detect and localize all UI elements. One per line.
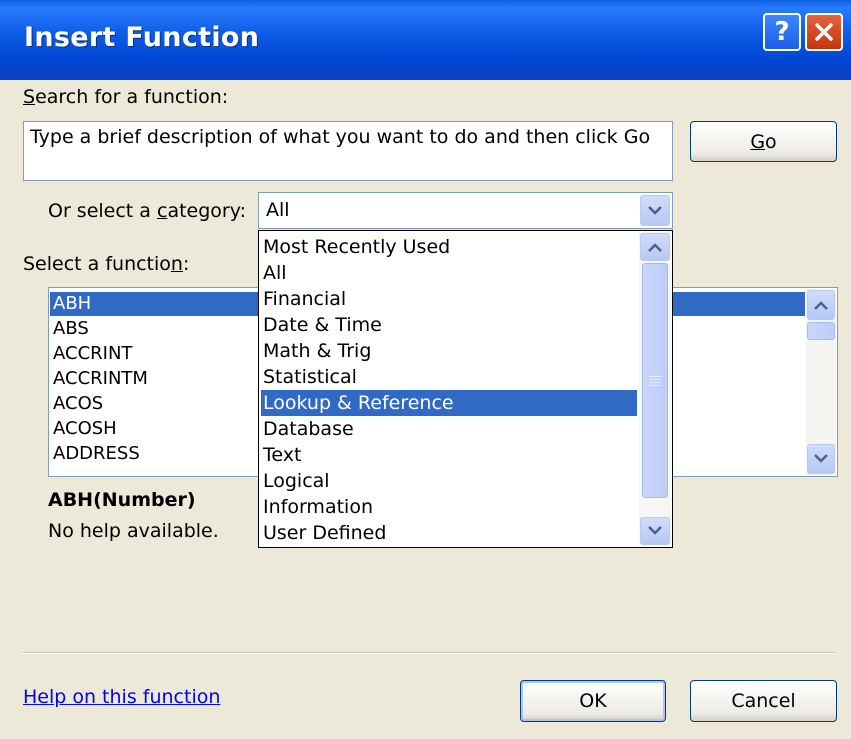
go-button-accelerator: G [750,130,766,153]
close-button[interactable] [805,13,843,51]
category-option-information[interactable]: Information [261,494,637,520]
help-on-function-link[interactable]: Help on this function [23,686,220,708]
function-item-accrint[interactable]: ACCRINT [53,342,132,366]
close-icon [815,23,833,41]
function-item-acosh[interactable]: ACOSH [53,417,117,441]
category-option-text[interactable]: Text [261,442,637,468]
function-list-scrollbar[interactable] [806,289,836,475]
dropdown-scroll-thumb[interactable] [642,263,668,498]
scroll-grip-line [649,376,661,377]
category-dropdown-list[interactable]: Most Recently Used All Financial Date & … [258,230,673,548]
ok-button[interactable]: OK [520,680,666,722]
category-option-financial[interactable]: Financial [261,286,637,312]
category-option-statistical[interactable]: Statistical [261,364,637,390]
function-signature: ABH(Number) [48,489,196,511]
cancel-button[interactable]: Cancel [690,680,837,722]
search-label-accelerator: S [23,86,36,108]
go-button[interactable]: Go [690,121,837,162]
category-option-logical[interactable]: Logical [261,468,637,494]
scroll-grip-line [649,385,661,386]
function-scroll-up-button[interactable] [807,290,835,320]
function-item-acos[interactable]: ACOS [53,392,103,416]
function-description: No help available. [48,520,219,542]
function-list-label: Select a function: [23,253,189,275]
footer-divider [22,652,837,654]
chevron-up-icon [814,301,828,310]
category-label-prefix: Or select a [48,200,157,222]
dropdown-scroll-up-button[interactable] [640,233,670,261]
title-bar[interactable]: Insert Function ? [0,0,851,80]
insert-function-dialog: Insert Function ? Search for a function:… [0,0,851,739]
scroll-grip-line [649,382,661,383]
function-list-label-accelerator: n [170,253,183,275]
category-dropdown-scrollbar[interactable] [639,232,671,546]
category-option-most-recently-used[interactable]: Most Recently Used [261,234,637,260]
category-option-all[interactable]: All [261,260,637,286]
category-option-lookup-reference[interactable]: Lookup & Reference [261,390,637,416]
search-label: Search for a function: [23,86,228,108]
search-label-text: earch for a function: [35,86,229,108]
category-dropdown-button[interactable] [640,195,670,226]
function-scroll-thumb[interactable] [807,322,835,340]
function-list-label-prefix: Select a functio [23,253,171,275]
chevron-down-icon [648,526,662,535]
category-label-suffix: ategory: [167,200,246,222]
category-option-user-defined[interactable]: User Defined [261,520,637,546]
help-title-button[interactable]: ? [763,13,801,51]
category-option-database[interactable]: Database [261,416,637,442]
function-list-label-suffix: : [182,253,190,275]
category-select[interactable]: All [258,192,673,229]
dropdown-scroll-down-button[interactable] [640,517,670,545]
chevron-down-icon [814,454,828,463]
category-option-math-trig[interactable]: Math & Trig [261,338,637,364]
category-label-accelerator: c [156,200,168,222]
search-input[interactable]: Type a brief description of what you wan… [23,121,673,181]
category-selected-value: All [266,199,290,221]
function-scroll-down-button[interactable] [807,444,835,474]
function-item-address[interactable]: ADDRESS [53,442,140,466]
chevron-down-icon [648,205,662,215]
dialog-title: Insert Function [24,22,260,53]
go-button-label: o [765,130,777,153]
function-item-abs[interactable]: ABS [53,317,89,341]
chevron-up-icon [648,243,662,252]
category-option-date-time[interactable]: Date & Time [261,312,637,338]
category-label: Or select a category: [48,200,246,222]
scroll-grip-line [649,379,661,380]
function-item-accrintm[interactable]: ACCRINTM [53,367,148,391]
